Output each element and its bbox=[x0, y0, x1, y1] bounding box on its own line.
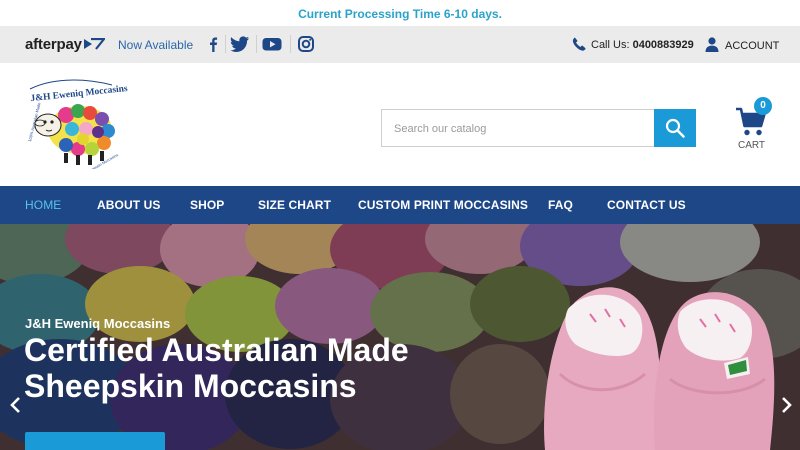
hero-slider: J&H Eweniq Moccasins Certified Australia… bbox=[0, 224, 800, 450]
afterpay-logo: afterpay bbox=[25, 36, 105, 53]
phone-contact[interactable]: Call Us: 0400883929 bbox=[572, 37, 694, 51]
social-divider bbox=[225, 35, 226, 53]
chevron-left-icon bbox=[10, 397, 20, 413]
announcement-bar: Current Processing Time 6-10 days. bbox=[0, 0, 800, 26]
search-button[interactable] bbox=[654, 109, 696, 147]
facebook-icon[interactable] bbox=[203, 36, 223, 52]
instagram-icon[interactable] bbox=[296, 36, 316, 52]
slider-prev-arrow[interactable] bbox=[8, 396, 24, 414]
svg-text:J&H Eweniq Moccasins: J&H Eweniq Moccasins bbox=[30, 84, 128, 104]
nav-size-chart[interactable]: SIZE CHART bbox=[258, 198, 331, 212]
processing-time-text: Current Processing Time 6-10 days. bbox=[298, 7, 502, 21]
hero-title: Certified Australian Made Sheepskin Mocc… bbox=[24, 332, 409, 404]
chevron-right-icon bbox=[782, 397, 792, 413]
nav-faq[interactable]: FAQ bbox=[548, 198, 573, 212]
nav-about-us[interactable]: ABOUT US bbox=[97, 198, 160, 212]
nav-shop[interactable]: SHOP bbox=[190, 198, 224, 212]
hero-cta-button[interactable] bbox=[25, 432, 165, 450]
account-link[interactable]: ACCOUNT bbox=[705, 37, 779, 52]
nav-custom-print-moccasins[interactable]: CUSTOM PRINT MOCCASINS bbox=[358, 198, 528, 212]
search-bar bbox=[381, 109, 696, 147]
search-input[interactable] bbox=[394, 119, 649, 139]
main-navigation: HOME ABOUT US SHOP SIZE CHART CUSTOM PRI… bbox=[0, 186, 800, 224]
nav-contact-us[interactable]: CONTACT US bbox=[607, 198, 686, 212]
utility-bar: afterpay Now Available Call Us: 04008839… bbox=[0, 26, 800, 63]
hero-subtitle: J&H Eweniq Moccasins bbox=[25, 316, 171, 331]
brand-logo[interactable]: J&H Eweniq Moccasins 100% Australian Mad… bbox=[20, 77, 128, 169]
user-icon bbox=[705, 37, 719, 52]
youtube-icon[interactable] bbox=[262, 36, 282, 52]
social-divider bbox=[256, 35, 257, 53]
afterpay-arrows-icon bbox=[83, 38, 105, 50]
site-header: J&H Eweniq Moccasins 100% Australian Mad… bbox=[0, 63, 800, 186]
twitter-icon[interactable] bbox=[230, 36, 250, 52]
phone-number[interactable]: 0400883929 bbox=[633, 39, 694, 51]
slider-next-arrow[interactable] bbox=[778, 396, 794, 414]
cart-count-badge: 0 bbox=[754, 97, 772, 115]
social-divider bbox=[290, 35, 291, 53]
phone-icon bbox=[572, 37, 586, 51]
afterpay-now-available: Now Available bbox=[118, 38, 194, 52]
cart-label: CART bbox=[738, 140, 766, 151]
cart-button[interactable]: 0 CART bbox=[732, 97, 772, 155]
search-icon bbox=[665, 118, 685, 138]
nav-home[interactable]: HOME bbox=[25, 198, 61, 212]
